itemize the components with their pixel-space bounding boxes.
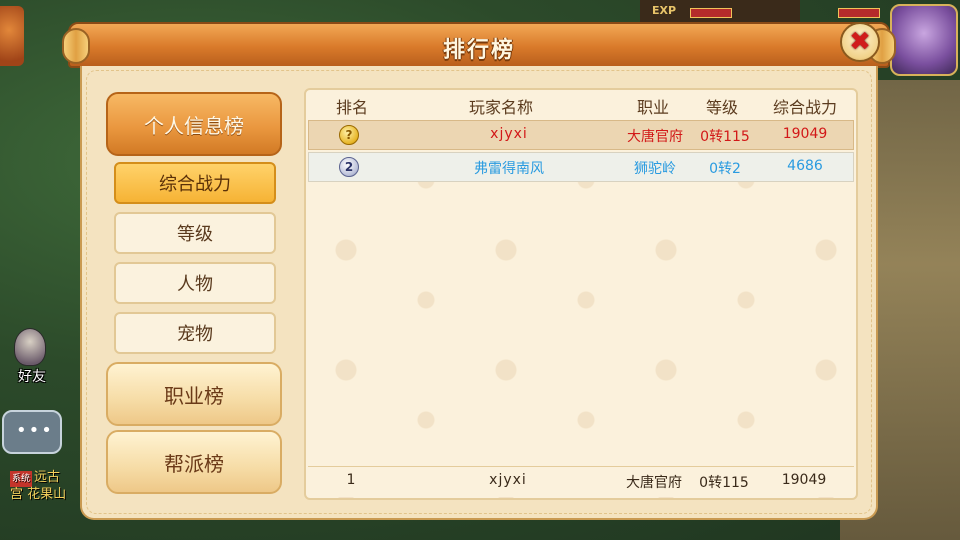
header-job: 职业 [636,98,669,117]
header-player: 玩家名称 [468,98,533,117]
header-power: 综合战力 [772,98,837,117]
player-avatar[interactable] [890,4,958,76]
player-name: xjyxi [490,126,528,142]
my-level: 0转115 [699,475,749,491]
panel-title: 排行榜 [442,38,515,63]
chat-preview: 系统 远古 宫 花果山 [10,470,66,503]
mp-bar [838,8,880,18]
nav-personal-info[interactable]: 个人信息榜 [106,92,282,156]
pet-avatar[interactable] [0,6,24,66]
nav-sub-level[interactable]: 等级 [114,212,276,254]
nav-job-ranking[interactable]: 职业榜 [106,362,282,426]
hp-bar [690,8,732,18]
player-level: 0转2 [709,161,741,177]
chat-channel-tag: 系统 [10,471,33,487]
nav-sub-pet[interactable]: 宠物 [114,312,276,354]
friend-label: 好友 [18,369,46,385]
chat-line-1: 远古 [34,470,61,485]
gold-medal-icon: 1? [339,125,359,145]
close-icon: ✖ [849,27,871,57]
silver-medal-icon: 2 [339,157,359,177]
nav-sub-power[interactable]: 综合战力 [114,162,276,204]
chat-dots-icon: ••• [16,420,54,441]
player-power: 19049 [782,126,828,142]
header-level: 等级 [705,98,738,117]
friend-icon [14,328,46,366]
my-rank: 1 [346,472,356,488]
panel-titlebar: 排行榜 [62,22,896,68]
rank-value: 2 [344,160,354,174]
close-button[interactable]: ✖ [840,22,880,62]
player-name: 弗雷得南风 [474,161,544,177]
nav-sub-character[interactable]: 人物 [114,262,276,304]
chat-line-2: 宫 花果山 [10,487,67,502]
my-rank-row: 1 xjyxi 大唐官府 0转115 19049 [308,466,854,497]
header-rank: 排名 [335,98,368,117]
player-job: 狮驼岭 [634,161,676,177]
table-row[interactable]: 1? xjyxi 大唐官府 0转115 19049 [308,120,854,150]
table-row[interactable]: 2 弗雷得南风 狮驼岭 0转2 4686 [308,152,854,182]
nav-guild-ranking[interactable]: 帮派榜 [106,430,282,494]
my-job: 大唐官府 [626,475,682,491]
player-job: 大唐官府 [627,129,683,145]
player-level: 0转115 [700,129,750,145]
chat-button[interactable]: ••• [2,410,62,454]
ranking-table: 排名 玩家名称 职业 等级 综合战力 1? xjyxi 大唐官府 0转115 1… [304,88,858,500]
player-power: 4686 [787,158,823,174]
my-power: 19049 [781,472,827,488]
exp-label: EXP [652,4,677,17]
my-player-name: xjyxi [489,472,527,488]
